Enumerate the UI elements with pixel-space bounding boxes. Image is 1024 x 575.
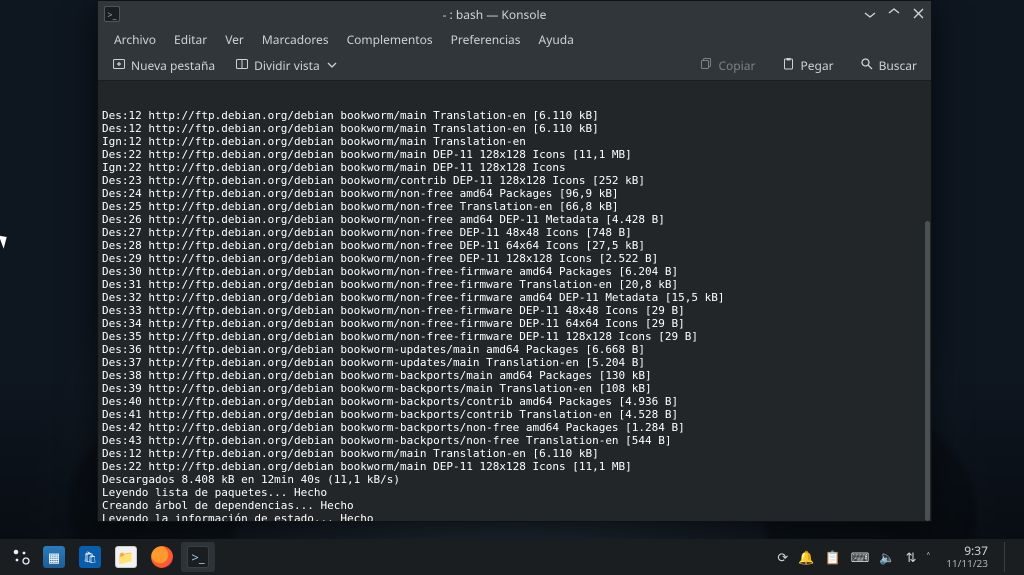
window-minimize-button[interactable] — [863, 6, 877, 23]
menu-preferencias[interactable]: Preferencias — [443, 28, 529, 51]
menu-ayuda[interactable]: Ayuda — [531, 28, 582, 51]
copy-label: Copiar — [718, 57, 755, 74]
konsole-icon: >_ — [187, 546, 209, 568]
menu-archivo[interactable]: Archivo — [106, 28, 164, 51]
titlebar[interactable]: >_ - : bash — Konsole — [98, 1, 931, 27]
search-button[interactable]: Buscar — [854, 54, 923, 77]
split-view-icon — [235, 57, 249, 75]
new-tab-icon — [112, 57, 126, 75]
volume-icon[interactable]: 🔈 — [879, 548, 895, 566]
menu-editar[interactable]: Editar — [166, 28, 215, 51]
plasma-logo-icon — [11, 547, 31, 567]
new-tab-button[interactable]: Nueva pestaña — [106, 54, 221, 78]
window-title: - : bash — Konsole — [126, 6, 863, 23]
folder-icon: 📁 — [115, 546, 137, 568]
clock-date: 11/11/23 — [946, 557, 988, 570]
new-tab-label: Nueva pestaña — [131, 57, 215, 74]
updates-icon[interactable]: ⟳ — [777, 548, 788, 566]
clipboard-icon[interactable]: 📋 — [824, 548, 840, 566]
copy-icon — [699, 57, 713, 74]
konsole-app-icon: >_ — [104, 6, 120, 22]
show-desktop-button[interactable] — [1004, 542, 1012, 572]
system-tray: ⟳ 🔔 📋 ⌨ 🔈 ⇅ ˄ 9:37 11/11/23 — [777, 542, 1018, 572]
konsole-window: >_ - : bash — Konsole Archivo Editar Ver… — [97, 0, 932, 522]
clock[interactable]: 9:37 11/11/23 — [946, 544, 988, 570]
menu-complementos[interactable]: Complementos — [339, 28, 441, 51]
keyboard-layout-icon[interactable]: ⌨ — [851, 548, 870, 566]
toolbar: Nueva pestaña Dividir vista Copiar — [98, 51, 931, 81]
menu-ver[interactable]: Ver — [217, 28, 252, 51]
paste-button[interactable]: Pegar — [775, 54, 839, 77]
menu-marcadores[interactable]: Marcadores — [254, 28, 337, 51]
system-monitor-icon: ▦ — [43, 546, 65, 568]
firefox-icon — [151, 546, 173, 568]
menubar: Archivo Editar Ver Marcadores Complement… — [98, 27, 931, 51]
discover-icon: 🛍 — [79, 546, 101, 568]
network-icon[interactable]: ⇅ — [906, 548, 917, 566]
task-firefox[interactable] — [145, 542, 179, 572]
scrollbar-thumb[interactable] — [925, 221, 930, 521]
tray-expand-icon[interactable]: ˄ — [927, 548, 931, 566]
application-launcher[interactable] — [6, 542, 36, 572]
taskbar: ▦ 🛍 📁 >_ ⟳ 🔔 📋 ⌨ 🔈 ⇅ ˄ 9:37 11/11/23 — [0, 539, 1024, 575]
search-icon — [860, 57, 874, 74]
paste-label: Pegar — [800, 57, 833, 74]
terminal-output[interactable]: Des:12 http://ftp.debian.org/debian book… — [98, 81, 931, 521]
search-label: Buscar — [879, 57, 917, 74]
task-system-monitor[interactable]: ▦ — [37, 542, 71, 572]
task-konsole[interactable]: >_ — [181, 542, 215, 572]
notifications-icon[interactable]: 🔔 — [798, 548, 814, 566]
split-view-label: Dividir vista — [254, 57, 320, 74]
task-discover[interactable]: 🛍 — [73, 542, 107, 572]
split-view-button[interactable]: Dividir vista — [229, 54, 345, 78]
window-maximize-button[interactable] — [887, 6, 901, 23]
copy-button: Copiar — [693, 54, 761, 77]
paste-icon — [781, 57, 795, 74]
mouse-cursor — [0, 233, 10, 249]
task-dolphin[interactable]: 📁 — [109, 542, 143, 572]
chevron-down-icon — [325, 57, 339, 74]
window-close-button[interactable] — [911, 6, 925, 23]
